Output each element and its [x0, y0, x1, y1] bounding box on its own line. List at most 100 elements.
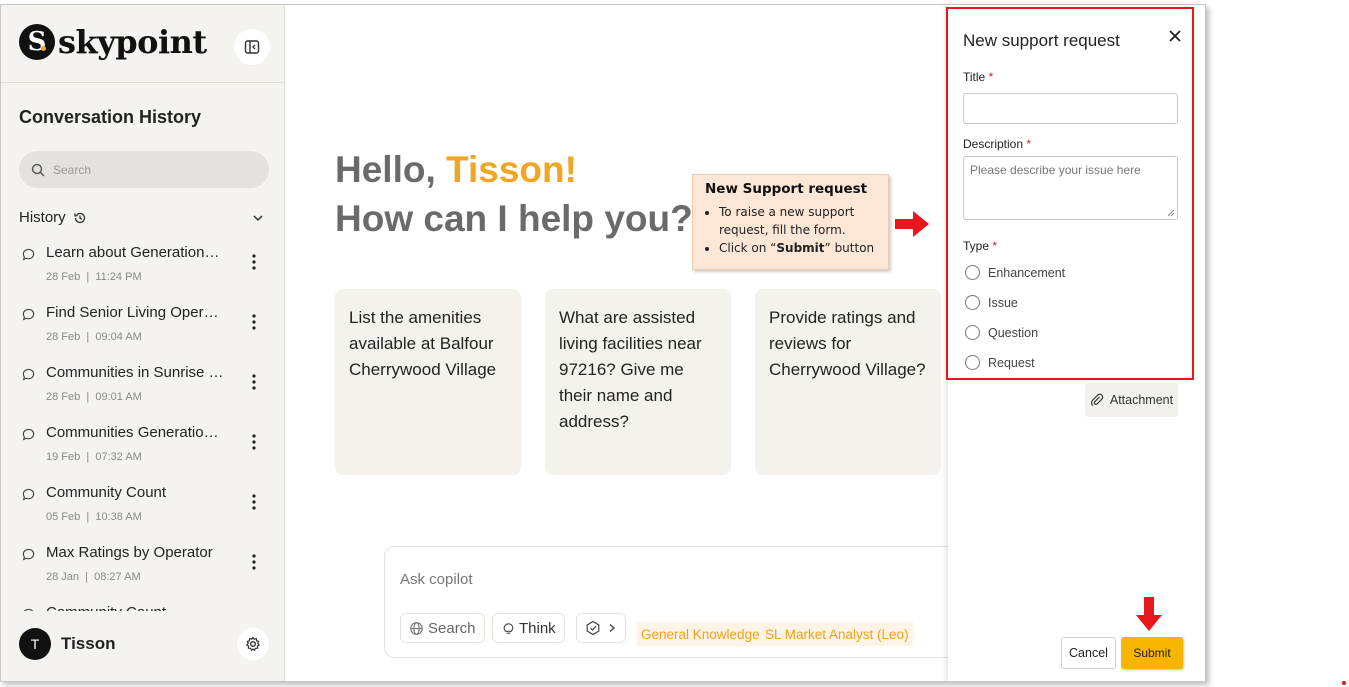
history-item[interactable]: Community Count 05 Feb | 10:38 AM	[19, 481, 274, 541]
suggestion-card-assisted-living[interactable]: What are assisted living facilities near…	[545, 289, 731, 475]
settings-button[interactable]	[237, 628, 269, 660]
suggestion-card-amenities[interactable]: List the amenities available at Balfour …	[335, 289, 521, 475]
history-list: Learn about Generations… 28 Feb | 11:24 P…	[19, 241, 274, 611]
callout-bullet-submit-post: ” button	[824, 241, 875, 255]
search-mode-label: Search	[428, 619, 476, 637]
history-item-day: 28 Feb	[46, 271, 81, 283]
search-mode-button[interactable]: Search	[400, 613, 485, 643]
history-item-title: Learn about Generations…	[46, 244, 226, 261]
history-item-title: Communities Generatio…	[46, 424, 219, 441]
paperclip-icon	[1090, 393, 1104, 407]
chat-bubble-icon	[22, 308, 35, 321]
globe-icon	[410, 621, 423, 635]
chat-bubble-icon	[22, 368, 35, 381]
history-section-header[interactable]: History	[19, 209, 264, 226]
history-item-title: Find Senior Living Opera…	[46, 304, 226, 321]
history-item[interactable]: Find Senior Living Opera… 28 Feb | 09:04 …	[19, 301, 274, 361]
history-item[interactable]: Max Ratings by Operator 28 Jan | 08:27 AM	[19, 541, 274, 601]
callout-bullet-fill-form: To raise a new support request, fill the…	[719, 203, 876, 239]
history-item[interactable]: Learn about Generations… 28 Feb | 11:24 P…	[19, 241, 274, 301]
user-profile-row: T Tisson	[19, 627, 269, 661]
history-item[interactable]: Community Count	[19, 601, 274, 611]
app-window: S skypoint Conversation History Search H…	[0, 4, 1206, 682]
history-item-day: 05 Feb	[46, 511, 81, 523]
history-item-title: Community Count	[46, 604, 226, 611]
history-item-date: 05 Feb | 10:38 AM	[46, 511, 142, 523]
lightbulb-icon	[503, 622, 514, 634]
history-item-day: 19 Feb	[46, 451, 81, 463]
history-item-date: 19 Feb | 07:32 AM	[46, 451, 142, 463]
more-options-icon[interactable]	[247, 493, 261, 511]
annotation-arrow-down-icon	[1136, 597, 1162, 631]
history-item-time: 07:32 AM	[95, 451, 142, 463]
annotation-arrow-right-icon	[895, 211, 929, 237]
more-options-icon[interactable]	[247, 433, 261, 451]
cancel-button[interactable]: Cancel	[1061, 637, 1116, 669]
history-item-sep: |	[79, 571, 95, 583]
chat-bubble-icon	[23, 608, 34, 611]
history-item[interactable]: Communities in Sunrise … 28 Feb | 09:01 A…	[19, 361, 274, 421]
avatar[interactable]: T	[19, 628, 51, 660]
chevron-down-icon[interactable]	[252, 212, 264, 224]
attachment-label: Attachment	[1109, 393, 1174, 407]
more-options-icon[interactable]	[247, 253, 261, 271]
history-item-sep: |	[80, 391, 96, 403]
history-item-day: 28 Feb	[46, 391, 81, 403]
composer: Ask copilot Search Think General Knowled…	[384, 546, 984, 658]
brand-logo[interactable]: S skypoint	[19, 23, 207, 61]
help-subheading: How can I help you?	[335, 198, 693, 239]
chat-bubble-icon	[22, 248, 35, 261]
history-item-sep: |	[80, 451, 96, 463]
tag-sl-market-analyst[interactable]: SL Market Analyst (Leo)	[761, 622, 913, 646]
submit-button[interactable]: Submit	[1121, 637, 1183, 669]
history-item-time: 11:24 PM	[95, 271, 142, 283]
tools-menu-button[interactable]	[576, 613, 626, 643]
greeting-user-name: Tisson!	[446, 149, 577, 190]
callout-bullet-submit: Click on “Submit” button	[719, 239, 876, 257]
history-item-time: 08:27 AM	[94, 571, 141, 583]
annotation-callout: New Support request To raise a new suppo…	[692, 174, 889, 270]
search-placeholder: Search	[53, 162, 92, 177]
gear-icon	[245, 636, 261, 652]
attachment-button[interactable]: Attachment	[1085, 383, 1178, 417]
logo-mark: S	[19, 24, 55, 60]
ask-copilot-input[interactable]: Ask copilot	[400, 571, 473, 588]
conversation-history-title: Conversation History	[19, 107, 202, 127]
suggestion-card-ratings[interactable]: Provide ratings and reviews for Cherrywo…	[755, 289, 941, 475]
history-search-input[interactable]: Search	[19, 151, 269, 188]
annotation-highlight-box	[946, 7, 1194, 380]
collapse-sidebar-button[interactable]	[234, 29, 270, 65]
history-label: History	[19, 209, 66, 226]
think-mode-label: Think	[519, 619, 556, 637]
sidebar: S skypoint Conversation History Search H…	[1, 5, 285, 681]
history-item-time: 10:38 AM	[95, 511, 142, 523]
history-icon	[73, 212, 85, 223]
chat-bubble-icon	[22, 428, 35, 441]
history-item-title: Max Ratings by Operator	[46, 544, 213, 561]
more-options-icon[interactable]	[247, 553, 261, 571]
history-item-sep: |	[80, 331, 96, 343]
callout-title: New Support request	[705, 181, 868, 197]
history-item-day: 28 Feb	[46, 331, 81, 343]
history-item[interactable]: Communities Generatio… 19 Feb | 07:32 AM	[19, 421, 274, 481]
more-options-icon[interactable]	[247, 313, 261, 331]
callout-bullet-submit-pre: Click on “	[719, 241, 777, 255]
think-mode-button[interactable]: Think	[492, 613, 565, 643]
history-item-sep: |	[80, 511, 96, 523]
history-item-time: 09:04 AM	[95, 331, 142, 343]
history-item-day: 28 Jan	[46, 571, 80, 583]
chat-bubble-icon	[22, 488, 35, 501]
annotation-dot	[1342, 681, 1346, 685]
history-item-title: Communities in Sunrise …	[46, 364, 224, 381]
history-item-time: 09:01 AM	[95, 391, 142, 403]
tools-icon	[586, 620, 600, 636]
callout-bullet-submit-bold: Submit	[776, 241, 825, 255]
history-item-title: Community Count	[46, 484, 167, 501]
history-item-date: 28 Feb | 09:04 AM	[46, 331, 142, 343]
tag-general-knowledge[interactable]: General Knowledge	[637, 622, 764, 646]
user-name: Tisson	[61, 634, 116, 653]
chat-bubble-icon	[22, 548, 35, 561]
more-options-icon[interactable]	[247, 373, 261, 391]
callout-list: To raise a new support request, fill the…	[705, 203, 876, 257]
greeting-heading: Hello, Tisson!	[335, 149, 577, 191]
